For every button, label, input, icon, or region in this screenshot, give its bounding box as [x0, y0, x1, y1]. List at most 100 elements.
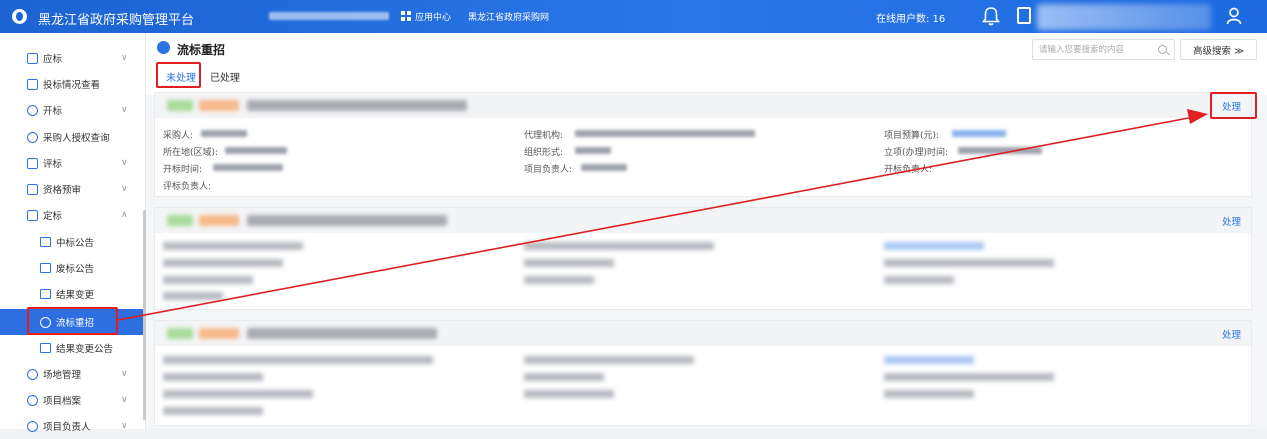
clipboard-icon: [27, 157, 38, 169]
app-title: 黑龙江省政府采购管理平台: [38, 13, 195, 28]
main-content: 流标重招 未处理 已处理 高级搜索 ≫ 处理 采购人: 所在地(区域): 开标时…: [146, 33, 1267, 429]
sidebar-item-label: 评标: [43, 159, 63, 170]
sidebar-item-prequalification[interactable]: 资格预审 ∨: [0, 176, 146, 202]
sidebar-subitem-label: 中标公告: [56, 238, 95, 249]
field-region: 所在地(区域):: [163, 148, 219, 158]
shield-search-icon: [27, 131, 38, 143]
sidebar-item-award[interactable]: 定标 ∧: [0, 202, 146, 228]
field-org-form: 组织形式:: [524, 148, 564, 158]
notice-icon: [40, 343, 51, 353]
page-header: 流标重招 未处理 已处理 高级搜索 ≫: [146, 33, 1267, 95]
calendar-icon: [27, 52, 38, 64]
grid-icon: [401, 11, 411, 21]
sidebar-subitem-result-change-notice[interactable]: 结果变更公告: [0, 335, 146, 361]
sidebar-item-label: 资格预审: [43, 185, 82, 196]
sidebar-item-label: 定标: [43, 211, 63, 222]
blurred-system-name: [269, 12, 389, 20]
bell-icon[interactable]: [982, 6, 1000, 26]
blurred-value: [958, 147, 1042, 154]
list-icon: [27, 183, 38, 195]
blurred-row: [163, 390, 313, 398]
sidebar-item-label: 项目负责人: [43, 422, 91, 433]
blurred-value: [213, 164, 283, 171]
user-icon[interactable]: [1226, 7, 1242, 25]
blurred-row: [884, 259, 1054, 267]
person-icon: [27, 420, 38, 432]
field-purchaser: 采购人:: [163, 131, 194, 141]
play-circle-icon: [157, 41, 170, 54]
sidebar-item-bid-response[interactable]: 应标 ∨: [0, 45, 146, 71]
blurred-row: [163, 292, 223, 300]
blurred-row: [163, 373, 263, 381]
sidebar-subitem-result-change[interactable]: 结果变更: [0, 281, 146, 307]
notice-icon: [40, 237, 51, 247]
blurred-row: [524, 259, 614, 267]
chevron-up-icon: ∧: [121, 210, 128, 220]
sidebar-subitem-void-notice[interactable]: 废标公告: [0, 255, 146, 281]
search-input[interactable]: [1039, 43, 1151, 57]
blurred-row: [884, 373, 1054, 381]
advanced-search-button[interactable]: 高级搜索 ≫: [1180, 39, 1257, 60]
procurement-net-link[interactable]: 黑龙江省政府采购网: [468, 10, 549, 23]
notice-icon: [40, 263, 51, 273]
blurred-row: [163, 259, 283, 267]
blurred-row: [163, 242, 303, 250]
search-icon[interactable]: [1158, 45, 1167, 54]
blurred-status-tag: [167, 100, 193, 111]
sidebar: 应标 ∨ 投标情况查看 开标 ∨ 采购人授权查询 评标 ∨ 资格预审 ∨ 定标 …: [0, 33, 146, 433]
highlight-box-process: [1210, 92, 1257, 119]
blurred-type-tag: [199, 100, 239, 111]
check-doc-icon: [27, 209, 38, 221]
page-title: 流标重招: [177, 43, 226, 57]
sidebar-item-bid-opening[interactable]: 开标 ∨: [0, 97, 146, 123]
star-icon: [27, 104, 38, 116]
blurred-row: [163, 407, 263, 415]
document-icon: [40, 289, 51, 299]
sidebar-item-project-lead[interactable]: 项目负责人 ∨: [0, 413, 146, 439]
project-card: 处理: [154, 207, 1252, 310]
field-bid-open-time: 开标时间:: [163, 165, 203, 175]
card-header: 处理: [155, 208, 1251, 233]
sidebar-item-label: 应标: [43, 54, 63, 65]
sidebar-item-authorization-query[interactable]: 采购人授权查询: [0, 124, 146, 150]
blurred-row: [524, 390, 614, 398]
field-budget: 项目预算(元):: [884, 131, 940, 141]
archive-icon: [27, 394, 38, 406]
people-icon: [27, 368, 38, 380]
project-card: 处理: [154, 320, 1252, 426]
card-header: 处理: [155, 321, 1251, 346]
chevron-down-icon: ∨: [121, 395, 128, 405]
app-center-link[interactable]: 应用中心: [415, 10, 451, 23]
sidebar-item-venue-management[interactable]: 场地管理 ∨: [0, 361, 146, 387]
blurred-type-tag: [199, 215, 239, 226]
sidebar-item-project-archive[interactable]: 项目档案 ∨: [0, 387, 146, 413]
chevron-down-icon: ∨: [121, 184, 128, 194]
blurred-value: [575, 147, 611, 154]
sidebar-subitem-label: 结果变更公告: [56, 344, 114, 355]
sidebar-item-bid-status[interactable]: 投标情况查看: [0, 71, 146, 97]
blurred-status-tag: [167, 328, 193, 339]
highlight-box-sidebar: [27, 307, 118, 335]
blurred-project-name: [247, 328, 437, 339]
field-project-lead: 项目负责人:: [524, 165, 573, 175]
process-link[interactable]: 处理: [1222, 327, 1241, 341]
message-doc-icon[interactable]: [1017, 7, 1031, 24]
tab-processed[interactable]: 已处理: [210, 69, 240, 84]
blurred-row: [524, 276, 594, 284]
sidebar-item-label: 采购人授权查询: [43, 133, 110, 144]
search-box[interactable]: [1032, 39, 1175, 60]
project-card: 处理 采购人: 所在地(区域): 开标时间: 评标负责人: 代理机构: 组织形式…: [154, 92, 1252, 197]
field-eval-lead: 评标负责人:: [163, 182, 212, 192]
blurred-value: [201, 130, 247, 137]
blurred-type-tag: [199, 328, 239, 339]
sidebar-item-evaluation[interactable]: 评标 ∨: [0, 150, 146, 176]
blurred-row: [524, 373, 604, 381]
blurred-row: [524, 242, 714, 250]
sidebar-subitem-award-notice[interactable]: 中标公告: [0, 229, 146, 255]
blurred-row: [163, 276, 253, 284]
field-approval-time: 立项(办理)时间:: [884, 148, 949, 158]
doc-search-icon: [27, 78, 38, 90]
process-link[interactable]: 处理: [1222, 214, 1241, 228]
chevron-down-icon: ∨: [121, 421, 128, 431]
online-users-count: 在线用户数: 16: [876, 14, 946, 25]
